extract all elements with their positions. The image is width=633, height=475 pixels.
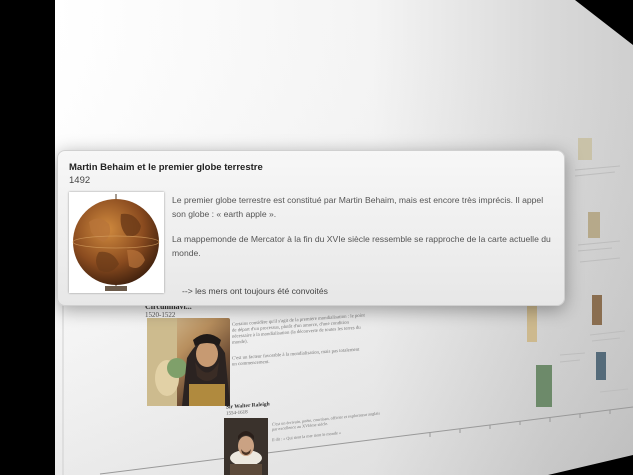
globe-image [69,192,164,293]
raleigh-portrait-art [224,418,268,475]
popup-title: Martin Behaim et le premier globe terres… [69,162,263,173]
raleigh-portrait [224,418,268,475]
globe-icon [69,192,164,293]
popup-body: Le premier globe terrestre est constitué… [172,193,552,271]
magellan-portrait-art [147,318,230,406]
popup-year: 1492 [69,175,91,186]
magellan-portrait [147,318,230,406]
screen: Circumnavi... 1520-1522 Certains considè… [0,0,633,475]
popup-paragraph-1: Le premier globe terrestre est constitué… [172,195,544,219]
popup-paragraph-2: La mappemonde de Mercator à la fin du XV… [172,234,551,258]
popup-link[interactable]: --> les mers ont toujours été convoités [182,286,328,296]
event-popup-card[interactable]: Martin Behaim et le premier globe terres… [57,150,565,306]
